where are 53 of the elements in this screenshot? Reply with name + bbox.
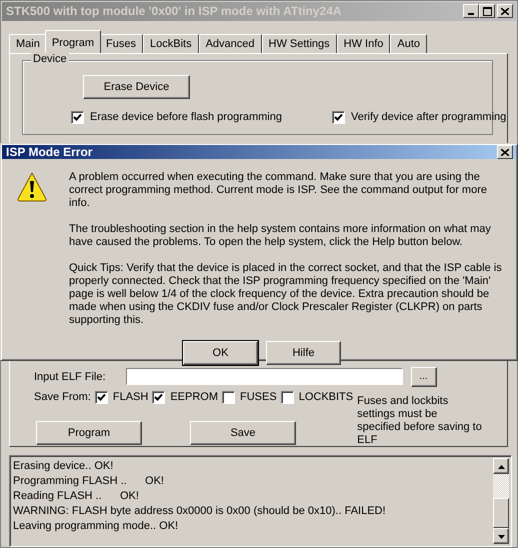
log-line: Erasing device.. OK! (13, 458, 114, 474)
log-line: Reading FLASH .. OK! (13, 488, 140, 504)
tab[interactable]: Advanced (198, 34, 262, 53)
tab[interactable]: Program (44, 30, 102, 53)
save-button[interactable]: Save (190, 420, 296, 445)
tab[interactable]: Fuses (99, 34, 143, 53)
program-button[interactable]: Program (36, 420, 142, 445)
close-button[interactable] (497, 145, 513, 159)
dialog-button[interactable]: Hilfe (266, 341, 341, 365)
down-arrow-icon (498, 535, 504, 539)
checkbox-label: LOCKBITS (298, 391, 354, 404)
message-text: The troubleshooting section in the help system contains more information on what may have caused the problems. To open the help system, click the Help button below. (69, 223, 492, 249)
scroll-thumb[interactable] (493, 498, 509, 528)
minimize-button[interactable] (463, 4, 479, 18)
message-text: Quick Tips: Verify that the device is placed in the correct socket, and that the ISP cable is properly connected. Check that the ISP programming frequency specified on the 'Main' page is well below 1/4 of the clock frequency of the device. Extra precaution should be made when using the CKDIV fuse and/or Clock Prescaler Register (CLKPR) on parts supporting this. (69, 262, 503, 327)
tab[interactable]: LockBits (143, 34, 199, 53)
warning-icon (17, 172, 47, 202)
tab[interactable]: Main (9, 34, 47, 53)
maximize-icon (482, 6, 492, 16)
dialog-title: ISP Mode Error (6, 145, 94, 159)
checkbox[interactable] (71, 110, 84, 124)
field-label: Input ELF File: (34, 370, 106, 383)
group-legend: Device (31, 52, 69, 65)
message-text: A problem occurred when executing the command. Make sure that you are using the correct programming method. Current mode is ISP. See the command output for more info. (69, 171, 488, 210)
log-line: Programming FLASH .. OK! (13, 474, 165, 489)
checkbox[interactable] (332, 110, 345, 124)
browse-button[interactable]: ... (410, 366, 437, 387)
checkbox[interactable] (94, 390, 108, 404)
close-button[interactable] (497, 4, 513, 18)
checkbox[interactable] (152, 390, 166, 404)
tab[interactable]: HW Info (336, 34, 390, 53)
checkbox-label: FLASH (112, 391, 148, 404)
log-line: WARNING: FLASH byte address 0x0000 is 0x00 (should be 0x10).. FAILED! (13, 504, 387, 519)
checkbox[interactable] (222, 390, 236, 404)
close-icon (501, 8, 509, 15)
close-icon (501, 148, 509, 156)
checkbox-label: FUSES (240, 391, 277, 404)
dialog-button[interactable]: OK (183, 341, 258, 365)
field-label: Save From: (34, 391, 91, 404)
scroll-down-button[interactable] (493, 528, 509, 544)
scroll-up-button[interactable] (493, 458, 509, 474)
maximize-button[interactable] (479, 4, 495, 18)
log-line: Leaving programming mode.. OK! (13, 518, 180, 534)
tab[interactable]: HW Settings (262, 34, 337, 53)
checkbox[interactable] (280, 390, 294, 404)
checkbox-label: EEPROM (170, 391, 218, 404)
erase-device-button[interactable]: Erase Device (83, 74, 190, 99)
checkbox-label: Erase device before flash programming (90, 111, 282, 124)
note-text: Fuses and lockbits settings must be specified before saving to ELF (357, 394, 482, 447)
up-arrow-icon (498, 464, 504, 469)
tab[interactable]: Auto (390, 34, 428, 53)
input-field[interactable] (126, 368, 403, 386)
checkbox-label: Verify device after programming (350, 111, 506, 124)
